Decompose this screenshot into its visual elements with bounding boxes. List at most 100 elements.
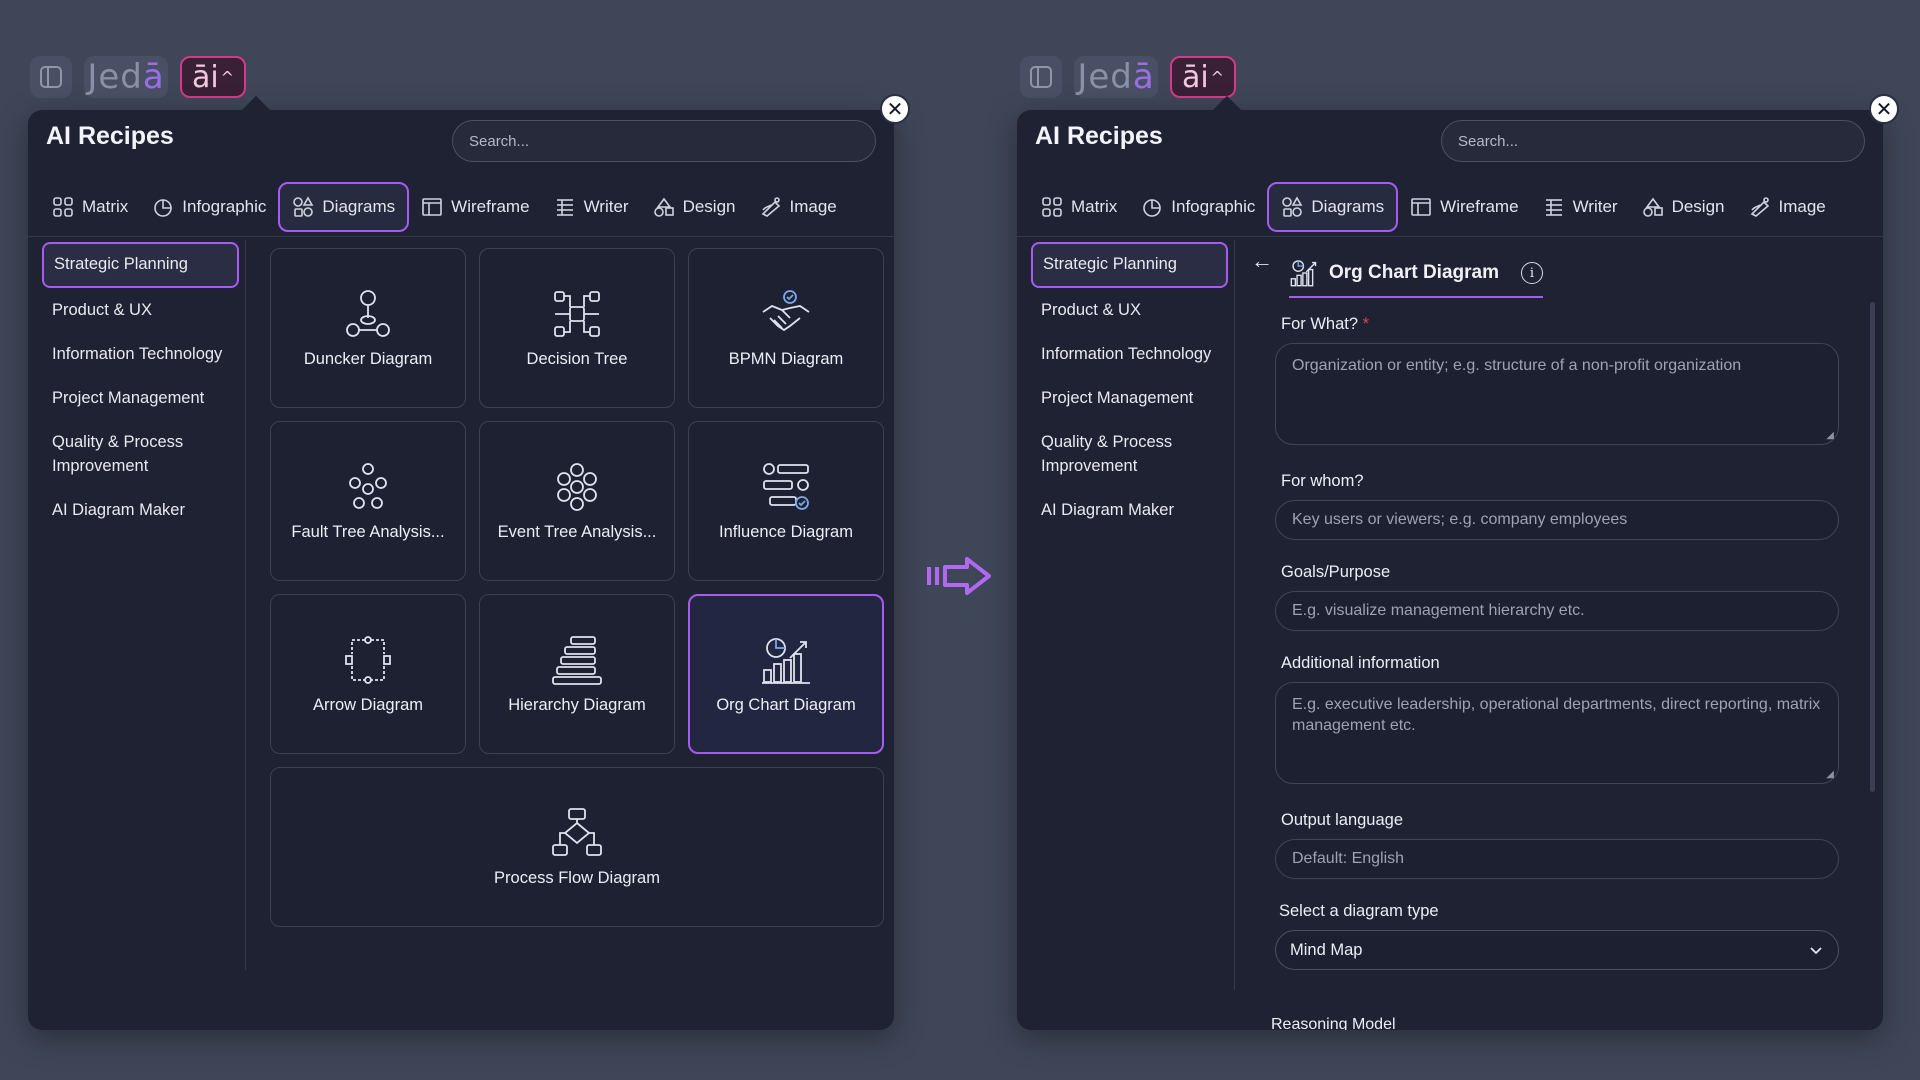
sidebar-item-project-management[interactable]: Project Management — [1031, 378, 1228, 420]
grid-icon — [1042, 197, 1062, 217]
tab-design[interactable]: Design — [1630, 182, 1737, 232]
close-button[interactable]: ✕ — [880, 94, 910, 124]
arrow-diagram-icon — [345, 635, 391, 684]
for-what-textarea[interactable]: Organization or entity; e.g. structure o… — [1275, 343, 1839, 445]
fault-tree-card[interactable]: Fault Tree Analysis... — [270, 421, 466, 581]
process-flow-icon — [552, 807, 602, 856]
image-icon — [1750, 197, 1769, 217]
output-language-input[interactable]: Default: English — [1275, 839, 1839, 879]
card-label: Influence Diagram — [719, 522, 853, 541]
bpmn-diagram-card[interactable]: BPMN Diagram — [688, 248, 884, 408]
org-chart-icon — [762, 637, 810, 684]
output-language-label: Output language — [1281, 811, 1404, 829]
category-sidebar: Strategic Planning Product & UX Informat… — [1025, 240, 1235, 990]
caret-up-icon: ^ — [220, 67, 235, 87]
tab-image[interactable]: Image — [748, 182, 849, 232]
panel-title: AI Recipes — [1035, 122, 1163, 150]
tab-matrix[interactable]: Matrix — [40, 182, 140, 232]
decision-tree-card[interactable]: Decision Tree — [479, 248, 675, 408]
goals-label: Goals/Purpose — [1281, 563, 1391, 581]
duncker-icon — [346, 289, 390, 337]
influence-diagram-card[interactable]: Influence Diagram — [688, 421, 884, 581]
sidebar-toggle-button[interactable] — [1020, 56, 1062, 98]
wireframe-icon — [422, 198, 442, 216]
tab-wireframe[interactable]: Wireframe — [409, 182, 541, 232]
sidebar-item-information-technology[interactable]: Information Technology — [42, 334, 239, 376]
org-chart-icon — [1290, 260, 1317, 287]
sidebar-item-quality-process[interactable]: Quality & Process Improvement — [1031, 422, 1211, 488]
form-title: Org Chart Diagram — [1329, 262, 1499, 283]
card-label: Decision Tree — [526, 349, 628, 368]
shapes-icon — [293, 196, 314, 217]
reasoning-model-label-cut: Reasoning Model — [1271, 1016, 1396, 1030]
writer-icon — [1545, 199, 1562, 216]
tab-writer[interactable]: Writer — [1531, 182, 1630, 232]
fault-tree-icon — [349, 462, 387, 509]
card-label: Fault Tree Analysis... — [291, 522, 445, 541]
sidebar-item-information-technology[interactable]: Information Technology — [1031, 334, 1228, 376]
resize-handle-icon[interactable]: ◢ — [1826, 429, 1834, 442]
arrow-diagram-card[interactable]: Arrow Diagram — [270, 594, 466, 754]
sidebar-item-project-management[interactable]: Project Management — [42, 378, 239, 420]
search-input[interactable]: Search... — [1441, 120, 1865, 162]
form-scrollbar[interactable] — [1870, 302, 1875, 792]
sidebar-item-ai-diagram-maker[interactable]: AI Diagram Maker — [1031, 490, 1228, 532]
resize-handle-icon[interactable]: ◢ — [1826, 768, 1834, 781]
decision-tree-icon — [554, 290, 600, 337]
tab-infographic[interactable]: Infographic — [1129, 182, 1267, 232]
info-icon[interactable]: i — [1520, 262, 1543, 284]
sidebar-item-strategic-planning[interactable]: Strategic Planning — [1031, 242, 1228, 288]
card-label: Arrow Diagram — [312, 695, 424, 714]
tab-diagrams[interactable]: Diagrams — [1267, 182, 1399, 232]
ai-recipes-panel-left: ✕ AI Recipes Search... Matrix Infographi… — [28, 94, 910, 1030]
for-whom-input[interactable]: Key users or viewers; e.g. company emplo… — [1275, 500, 1839, 540]
sidebar-toggle-button[interactable] — [30, 56, 72, 98]
tab-design[interactable]: Design — [641, 182, 748, 232]
tab-image[interactable]: Image — [1737, 182, 1838, 232]
jeda-logo-button[interactable]: Jed ā — [1074, 56, 1158, 98]
search-input[interactable]: Search... — [452, 120, 876, 162]
left-toolbar: Jed ā āi ^ — [30, 56, 246, 98]
org-chart-card[interactable]: Org Chart Diagram — [688, 594, 884, 754]
card-label: Process Flow Diagram — [494, 868, 660, 887]
tab-matrix[interactable]: Matrix — [1029, 182, 1129, 232]
tab-infographic[interactable]: Infographic — [140, 182, 278, 232]
for-whom-label: For whom? — [1281, 472, 1364, 490]
diagram-type-select[interactable]: Mind Map — [1275, 930, 1839, 970]
hierarchy-diagram-card[interactable]: Hierarchy Diagram — [479, 594, 675, 754]
panel-notch — [241, 95, 271, 125]
event-tree-icon — [557, 462, 597, 511]
event-tree-card[interactable]: Event Tree Analysis... — [479, 421, 675, 581]
ai-recipes-panel-right: ✕ AI Recipes Search... Matrix Infographi… — [1017, 94, 1899, 1030]
handshake-icon — [762, 289, 810, 331]
chevron-down-icon — [1810, 947, 1822, 955]
design-icon — [653, 197, 674, 217]
sidebar-item-strategic-planning[interactable]: Strategic Planning — [42, 242, 239, 288]
tabs-divider — [1017, 236, 1883, 237]
additional-info-textarea[interactable]: E.g. executive leadership, operational d… — [1275, 682, 1839, 784]
tab-wireframe[interactable]: Wireframe — [1398, 182, 1530, 232]
tab-diagrams[interactable]: Diagrams — [278, 182, 410, 232]
panel-title: AI Recipes — [46, 122, 174, 150]
panel-icon — [1030, 66, 1052, 88]
tab-writer[interactable]: Writer — [542, 182, 641, 232]
ai-button[interactable]: āi ^ — [1170, 56, 1236, 98]
sidebar-item-product-ux[interactable]: Product & UX — [42, 290, 239, 332]
wireframe-icon — [1411, 198, 1431, 216]
ai-button[interactable]: āi ^ — [180, 56, 246, 98]
tabs-divider — [28, 236, 894, 237]
sidebar-item-quality-process[interactable]: Quality & Process Improvement — [42, 422, 222, 488]
caret-up-icon: ^ — [1210, 67, 1225, 87]
duncker-diagram-card[interactable]: Duncker Diagram — [270, 248, 466, 408]
sidebar-item-ai-diagram-maker[interactable]: AI Diagram Maker — [42, 490, 239, 532]
close-button[interactable]: ✕ — [1869, 94, 1899, 124]
sidebar-item-product-ux[interactable]: Product & UX — [1031, 290, 1228, 332]
goals-input[interactable]: E.g. visualize management hierarchy etc. — [1275, 591, 1839, 631]
jeda-logo-button[interactable]: Jed ā — [84, 56, 168, 98]
back-arrow-icon[interactable]: ← — [1251, 248, 1273, 274]
card-label: Duncker Diagram — [303, 349, 433, 368]
process-flow-card[interactable]: Process Flow Diagram — [270, 767, 884, 927]
grid-icon — [53, 197, 73, 217]
transition-arrow-icon — [927, 557, 991, 595]
for-what-label: For What? * — [1281, 315, 1370, 333]
